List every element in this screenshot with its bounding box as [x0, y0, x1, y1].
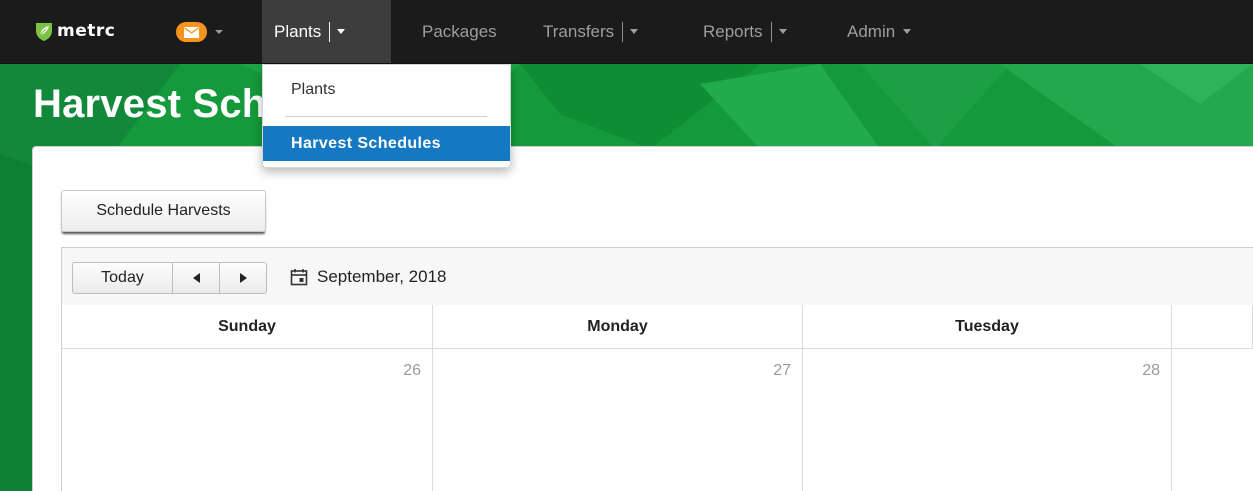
calendar-nav-group: Today [72, 262, 267, 294]
nav-separator [622, 21, 624, 42]
schedule-harvests-button[interactable]: Schedule Harvests [61, 190, 266, 232]
messages-menu[interactable] [176, 22, 223, 42]
nav-reports-label: Reports [703, 21, 763, 41]
previous-month-button[interactable] [173, 263, 220, 293]
calendar-icon [290, 269, 308, 286]
nav-reports[interactable]: Reports [691, 0, 799, 63]
month-label: September, 2018 [317, 267, 447, 286]
next-month-button[interactable] [220, 263, 266, 293]
brand-name: metrc [57, 21, 116, 41]
triangle-left-icon [192, 273, 200, 283]
day-header-wednesday [1172, 305, 1253, 349]
nav-packages[interactable]: Packages [410, 0, 509, 63]
envelope-icon [184, 26, 199, 38]
menu-item-plants[interactable]: Plants [291, 81, 335, 99]
top-navbar: metrc Plants Packages Transfers Reports … [0, 0, 1253, 64]
day-cell[interactable]: 27 [433, 349, 803, 491]
day-number: 26 [403, 362, 421, 379]
chevron-down-icon [215, 30, 223, 34]
day-cell[interactable] [1172, 349, 1253, 491]
day-header-sunday: Sunday [62, 305, 433, 349]
nav-separator [329, 21, 331, 42]
nav-transfers-label: Transfers [543, 21, 615, 41]
leaf-shield-icon [36, 23, 52, 41]
today-button[interactable]: Today [73, 263, 173, 293]
nav-packages-label: Packages [422, 21, 497, 41]
day-number: 27 [773, 362, 791, 379]
nav-transfers[interactable]: Transfers [531, 0, 650, 63]
nav-plants[interactable]: Plants [262, 0, 391, 63]
chevron-down-icon [778, 29, 787, 34]
plants-dropdown-menu: Plants Harvest Schedules [262, 64, 511, 168]
day-cell[interactable]: 26 [62, 349, 433, 491]
mail-badge [176, 22, 207, 42]
day-header-tuesday: Tuesday [803, 305, 1172, 349]
day-header-monday: Monday [433, 305, 803, 349]
menu-divider [285, 116, 487, 117]
nav-separator [770, 21, 772, 42]
day-cell[interactable]: 28 [803, 349, 1172, 491]
chevron-down-icon [337, 29, 346, 34]
menu-item-harvest-schedules[interactable]: Harvest Schedules [263, 126, 510, 161]
nav-plants-label: Plants [274, 21, 322, 41]
nav-admin-label: Admin [847, 21, 896, 41]
nav-admin[interactable]: Admin [835, 0, 923, 63]
day-number: 28 [1142, 362, 1160, 379]
chevron-down-icon [630, 29, 639, 34]
triangle-right-icon [239, 273, 247, 283]
month-picker[interactable]: September, 2018 [290, 265, 446, 289]
brand-logo[interactable]: metrc [33, 18, 115, 44]
chevron-down-icon [903, 29, 912, 34]
